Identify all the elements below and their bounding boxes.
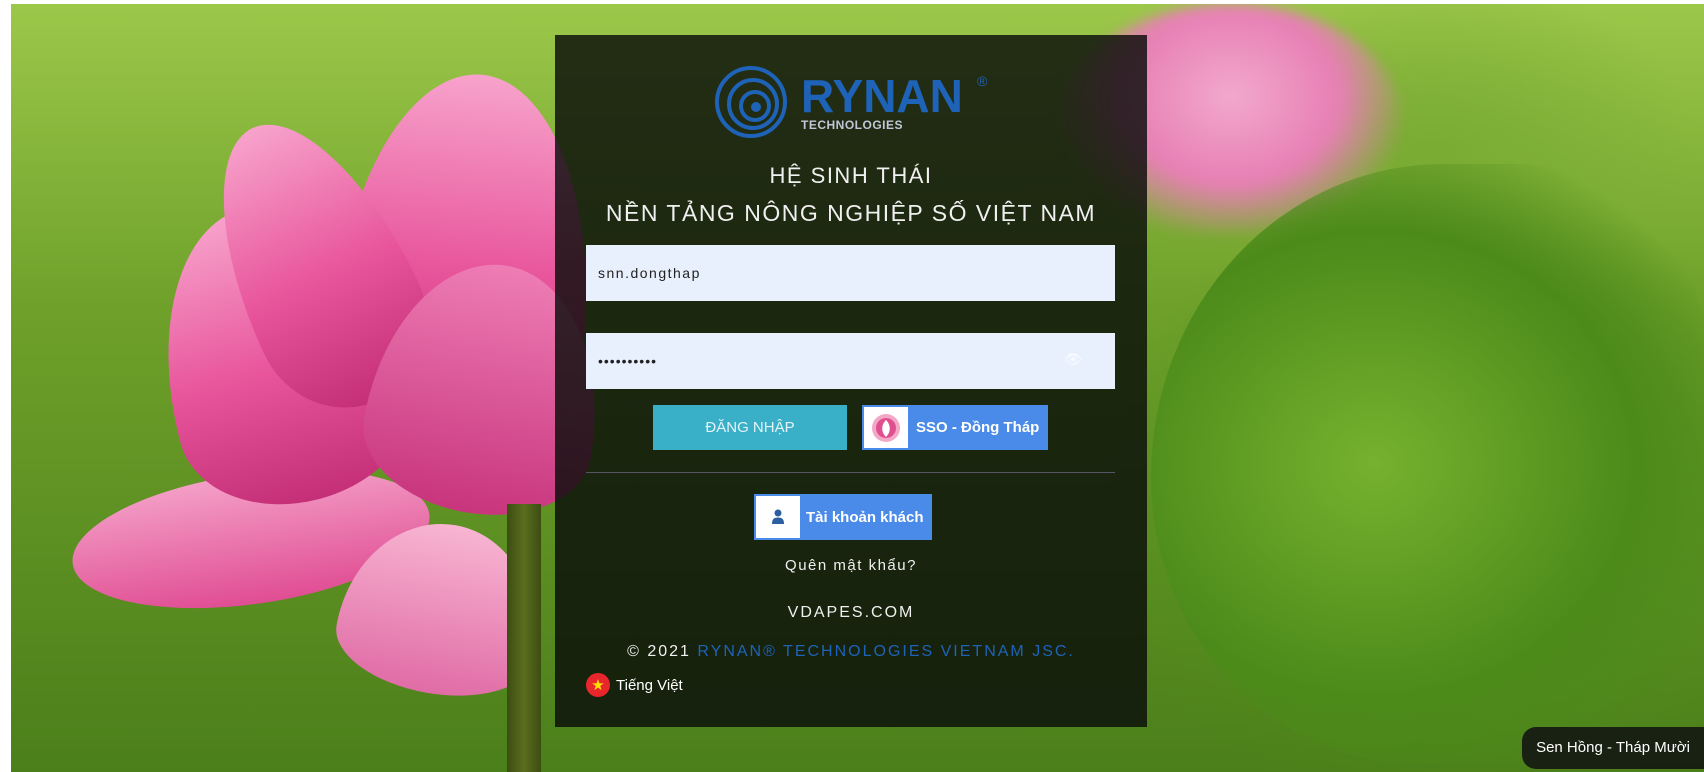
copyright: © 2021 RYNAN® TECHNOLOGIES VIETNAM JSC. [555,643,1147,661]
divider [586,472,1115,473]
page-title-line2: NỀN TẢNG NÔNG NGHIỆP SỐ VIỆT NAM [605,200,1097,226]
show-password-eye-icon[interactable]: 👁 [1064,351,1084,367]
rynan-logo: RYNAN ® TECHNOLOGIES [715,66,988,138]
logo-text: RYNAN [801,70,963,122]
password-input[interactable] [586,333,1115,389]
sso-button-label: SSO - Đồng Tháp [916,419,1040,436]
page-title-line1: HỆ SINH THÁI [769,163,933,188]
background-caption: Sen Hồng - Tháp Mười [1522,727,1704,769]
copyright-year: © 2021 [627,643,691,660]
guest-button-label: Tài khoản khách [806,508,924,526]
guest-account-button[interactable]: Tài khoản khách [754,494,932,540]
lotus-stem [507,504,541,772]
login-button[interactable]: ĐĂNG NHẬP [653,405,847,450]
language-selector[interactable]: ★ Tiếng Việt [586,673,683,697]
sso-logo-icon [864,407,908,448]
rynan-swirl-icon [715,66,787,138]
logo-registered-mark: ® [977,73,988,89]
language-label: Tiếng Việt [616,676,683,694]
company-name: RYNAN® TECHNOLOGIES VIETNAM JSC. [697,643,1075,660]
site-url: VDAPES.COM [787,604,915,621]
username-input[interactable] [586,245,1115,301]
sso-dong-thap-button[interactable]: SSO - Đồng Tháp [862,405,1048,450]
vietnam-flag-icon: ★ [586,673,610,697]
user-icon [756,496,800,538]
logo-subtext: TECHNOLOGIES [801,118,903,132]
forgot-password-link[interactable]: Quên mật khẩu? [555,557,1147,574]
background-lotus-leaf [1151,164,1704,764]
